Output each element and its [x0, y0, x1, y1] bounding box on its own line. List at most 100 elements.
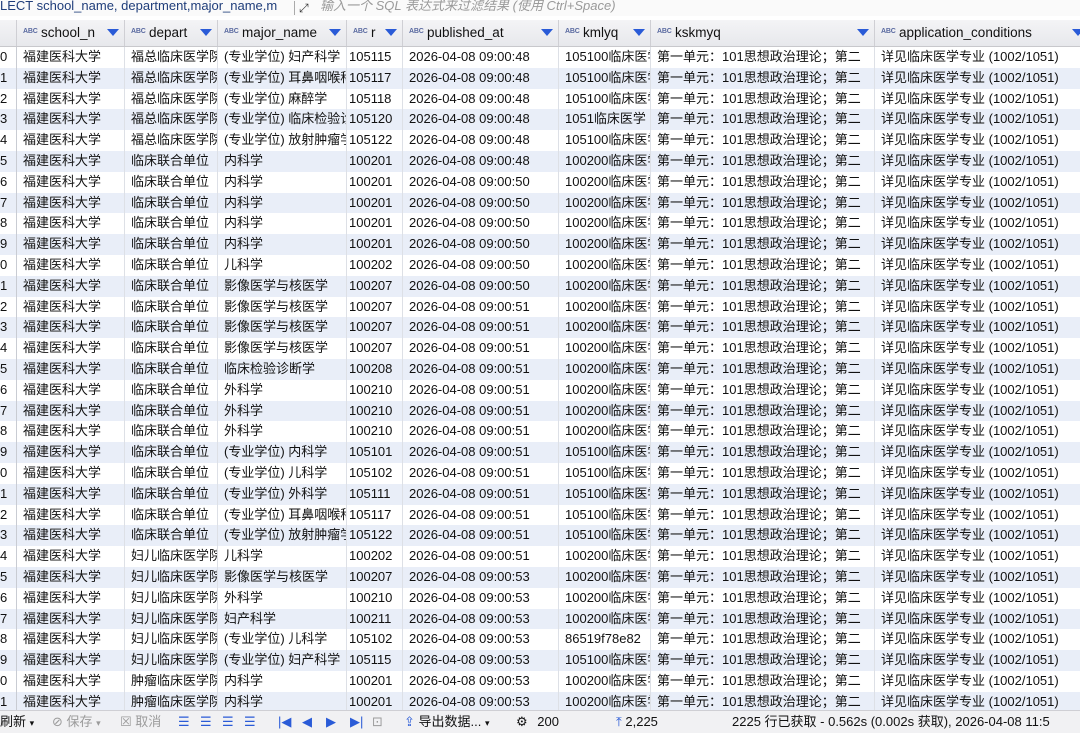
cell-kskmyq[interactable]: 第一单元：101思想政治理论；第二	[651, 629, 875, 651]
table-row[interactable]: 0 福建医科大学 福总临床医学院 (专业学位) 妇产科学 105115 2026-04-0…	[0, 47, 1080, 68]
table-row[interactable]: 4 福建医科大学 临床联合单位 影像医学与核医学 100207 2026-04-08 09…	[0, 338, 1080, 359]
cell-major-code[interactable]: 105122	[347, 525, 403, 547]
cell-major-name[interactable]: 影像医学与核医学	[218, 567, 347, 588]
cell-application-conditions[interactable]: 详见临床医学专业 (1002/1051)	[875, 151, 1080, 172]
cell-department[interactable]: 临床联合单位	[125, 192, 218, 214]
cell-major-code[interactable]: 105117	[347, 504, 403, 526]
fetch-all-button[interactable]: ⊡	[372, 711, 383, 733]
cell-major-code[interactable]: 100210	[347, 421, 403, 443]
table-row[interactable]: 8 福建医科大学 临床联合单位 外科学 100210 2026-04-08 09:00:5…	[0, 421, 1080, 443]
cell-application-conditions[interactable]: 详见临床医学专业 (1002/1051)	[875, 692, 1080, 710]
cell-department[interactable]: 临床联合单位	[125, 171, 218, 193]
cell-kmlyq[interactable]: 100200临床医学	[559, 275, 651, 297]
cell-application-conditions[interactable]: 详见临床医学专业 (1002/1051)	[875, 463, 1080, 484]
cell-department[interactable]: 妇儿临床医学院	[125, 587, 218, 609]
cell-major-name[interactable]: 外科学	[218, 587, 347, 609]
save-button[interactable]: ⊘ 保存 ▾	[52, 711, 101, 733]
cell-department[interactable]: 妇儿临床医学院	[125, 650, 218, 671]
cell-published-at[interactable]: 2026-04-08 09:00:51	[403, 463, 559, 484]
table-row[interactable]: 5 福建医科大学 妇儿临床医学院 影像医学与核医学 100207 2026-04-08 0…	[0, 567, 1080, 588]
cell-department[interactable]: 临床联合单位	[125, 359, 218, 380]
cell-kmlyq[interactable]: 100200临床医学	[559, 691, 651, 710]
cell-published-at[interactable]: 2026-04-08 09:00:50	[403, 213, 559, 235]
cell-application-conditions[interactable]: 详见临床医学专业 (1002/1051)	[875, 505, 1080, 526]
table-row[interactable]: 0 福建医科大学 肿瘤临床医学院 内科学 100201 2026-04-08 09:00:…	[0, 671, 1080, 692]
cell-major-code[interactable]: 100207	[347, 317, 403, 339]
cell-published-at[interactable]: 2026-04-08 09:00:48	[403, 109, 559, 131]
prev-page-button[interactable]: ◀	[302, 711, 312, 733]
sort-filter-dropdown-icon[interactable]	[107, 29, 119, 36]
table-row[interactable]: 7 福建医科大学 临床联合单位 内科学 100201 2026-04-08 09:00:5…	[0, 192, 1080, 214]
cell-kmlyq[interactable]: 100200临床医学	[559, 192, 651, 214]
cell-major-name[interactable]: 影像医学与核医学	[218, 296, 347, 318]
cell-kmlyq[interactable]: 100200临床医学	[559, 587, 651, 609]
cell-kskmyq[interactable]: 第一单元：101思想政治理论；第二	[651, 525, 875, 547]
cell-kskmyq[interactable]: 第一单元：101思想政治理论；第二	[651, 130, 875, 151]
table-row[interactable]: 4 福建医科大学 妇儿临床医学院 儿科学 100202 2026-04-08 09:00:…	[0, 546, 1080, 567]
cell-application-conditions[interactable]: 详见临床医学专业 (1002/1051)	[875, 255, 1080, 276]
sort-filter-dropdown-icon[interactable]	[385, 29, 397, 36]
cell-kskmyq[interactable]: 第一单元：101思想政治理论；第二	[651, 234, 875, 255]
result-grid[interactable]: ABC school_n ABC depart ABC major_name ABC r ABC…	[0, 20, 1080, 710]
table-row[interactable]: 8 福建医科大学 临床联合单位 内科学 100201 2026-04-08 09:00:5…	[0, 213, 1080, 235]
cell-application-conditions[interactable]: 详见临床医学专业 (1002/1051)	[875, 47, 1080, 68]
cell-kskmyq[interactable]: 第一单元：101思想政治理论；第二	[651, 608, 875, 630]
export-dropdown-icon[interactable]: ▾	[485, 712, 490, 734]
cell-application-conditions[interactable]: 详见临床医学专业 (1002/1051)	[875, 317, 1080, 338]
cell-kskmyq[interactable]: 第一单元：101思想政治理论；第二	[651, 463, 875, 484]
cell-school-name[interactable]: 福建医科大学	[17, 650, 125, 671]
cell-department[interactable]: 临床联合单位	[125, 255, 218, 276]
cell-published-at[interactable]: 2026-04-08 09:00:51	[403, 421, 559, 443]
sort-filter-dropdown-icon[interactable]	[1072, 29, 1080, 36]
cell-school-name[interactable]: 福建医科大学	[17, 255, 125, 276]
cell-school-name[interactable]: 福建医科大学	[17, 88, 125, 110]
cell-major-code[interactable]: 105115	[347, 47, 403, 68]
cell-kmlyq[interactable]: 100200临床医学	[559, 379, 651, 401]
cell-published-at[interactable]: 2026-04-08 09:00:51	[403, 400, 559, 422]
cell-major-name[interactable]: 影像医学与核医学	[218, 317, 347, 339]
cell-application-conditions[interactable]: 详见临床医学专业 (1002/1051)	[875, 588, 1080, 609]
cell-school-name[interactable]: 福建医科大学	[17, 379, 125, 401]
cell-school-name[interactable]: 福建医科大学	[17, 359, 125, 380]
cell-published-at[interactable]: 2026-04-08 09:00:53	[403, 608, 559, 630]
cell-department[interactable]: 福总临床医学院	[125, 109, 218, 131]
cell-kmlyq[interactable]: 105100临床医学	[559, 47, 651, 68]
cell-published-at[interactable]: 2026-04-08 09:00:51	[403, 338, 559, 359]
cell-major-name[interactable]: 内科学	[218, 691, 347, 710]
cell-kmlyq[interactable]: 100200临床医学	[559, 171, 651, 193]
table-row[interactable]: 9 福建医科大学 妇儿临床医学院 (专业学位) 妇产科学 105115 2026-04-0…	[0, 650, 1080, 671]
delete-row-button[interactable]: ☰	[222, 711, 234, 733]
cell-kmlyq[interactable]: 105100临床医学	[559, 88, 651, 110]
cell-kskmyq[interactable]: 第一单元：101思想政治理论；第二	[651, 691, 875, 710]
cell-school-name[interactable]: 福建医科大学	[17, 275, 125, 297]
export-button[interactable]: ⇪ 导出数据... ▾	[404, 711, 490, 733]
column-header-major-code[interactable]: ABC r	[347, 20, 403, 46]
cell-department[interactable]: 福总临床医学院	[125, 88, 218, 110]
cell-kskmyq[interactable]: 第一单元：101思想政治理论；第二	[651, 47, 875, 68]
cell-kmlyq[interactable]: 100200临床医学	[559, 213, 651, 235]
cell-application-conditions[interactable]: 详见临床医学专业 (1002/1051)	[875, 546, 1080, 567]
cell-major-name[interactable]: (专业学位) 外科学	[218, 483, 347, 505]
cell-kmlyq[interactable]: 100200临床医学	[559, 359, 651, 380]
sort-filter-dropdown-icon[interactable]	[633, 29, 645, 36]
cell-school-name[interactable]: 福建医科大学	[17, 192, 125, 214]
cell-major-code[interactable]: 100207	[347, 275, 403, 297]
cell-kskmyq[interactable]: 第一单元：101思想政治理论；第二	[651, 275, 875, 297]
cell-school-name[interactable]: 福建医科大学	[17, 483, 125, 505]
cell-application-conditions[interactable]: 详见临床医学专业 (1002/1051)	[875, 297, 1080, 318]
table-row[interactable]: 6 福建医科大学 临床联合单位 内科学 100201 2026-04-08 09:00:5…	[0, 171, 1080, 193]
cell-kskmyq[interactable]: 第一单元：101思想政治理论；第二	[651, 400, 875, 422]
cell-application-conditions[interactable]: 详见临床医学专业 (1002/1051)	[875, 130, 1080, 151]
cell-school-name[interactable]: 福建医科大学	[17, 629, 125, 651]
cell-department[interactable]: 临床联合单位	[125, 442, 218, 463]
table-row[interactable]: 7 福建医科大学 临床联合单位 外科学 100210 2026-04-08 09:00:5…	[0, 400, 1080, 422]
cell-major-code[interactable]: 105118	[347, 88, 403, 110]
cancel-button[interactable]: ☒ 取消	[120, 711, 161, 733]
cell-school-name[interactable]: 福建医科大学	[17, 317, 125, 339]
cell-major-code[interactable]: 105115	[347, 650, 403, 671]
column-header-kskmyq[interactable]: ABC kskmyq	[651, 20, 875, 46]
cell-application-conditions[interactable]: 详见临床医学专业 (1002/1051)	[875, 193, 1080, 214]
first-page-button[interactable]: |◀	[278, 711, 291, 733]
table-row[interactable]: 1 福建医科大学 临床联合单位 影像医学与核医学 100207 2026-04-08 09…	[0, 275, 1080, 297]
cell-kmlyq[interactable]: 1051临床医学	[559, 109, 651, 131]
